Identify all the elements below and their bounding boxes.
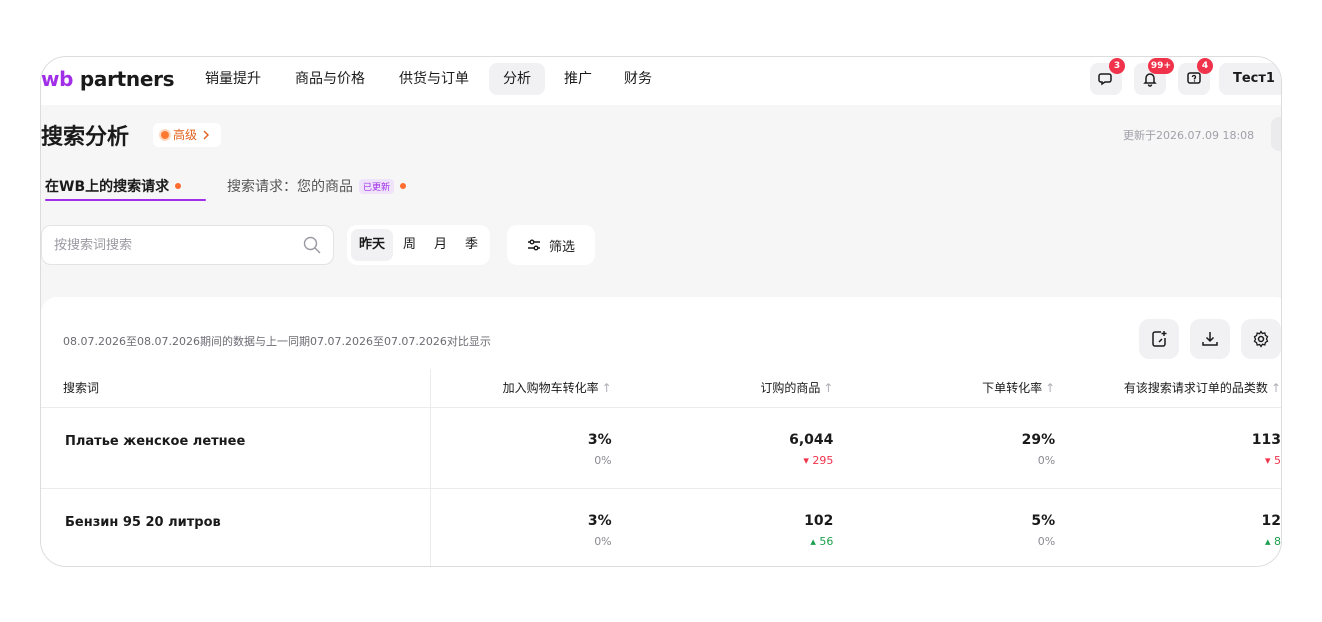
- table-cell: 5% 0%: [843, 488, 1066, 566]
- table-cell: 3% 0%: [430, 407, 622, 489]
- add-report-button[interactable]: [1139, 319, 1179, 359]
- logo[interactable]: wb partners: [41, 67, 175, 91]
- trend-down-icon: ▾: [1264, 453, 1274, 467]
- tab-dot-icon: [400, 183, 407, 189]
- nav-item-supply-orders[interactable]: 供货与订单: [385, 63, 483, 95]
- table-cell: 102 ▴ 56: [621, 488, 844, 566]
- help-icon: [1187, 72, 1201, 84]
- status-dot-icon: [161, 131, 169, 139]
- chevron-right-icon: [203, 130, 210, 140]
- filter-button[interactable]: 筛选: [507, 225, 595, 265]
- nav-item-sales-boost[interactable]: 销量提升: [191, 63, 275, 95]
- nav-item-finance[interactable]: 财务: [610, 63, 666, 95]
- table-row[interactable]: Платье женское летнее 3% 0% 6,044 ▾ 295 29…: [41, 407, 1281, 489]
- trend-up-icon: ▴: [1264, 534, 1274, 548]
- table-cell: 6,044 ▾ 295: [621, 407, 844, 489]
- period-month[interactable]: 月: [426, 229, 455, 261]
- tab-dot-icon: [175, 183, 182, 189]
- top-nav: wb partners 销量提升 商品与价格 供货与订单 分析 推广 财务 3 …: [41, 57, 1281, 105]
- nav-item-promotion[interactable]: 推广: [550, 63, 606, 95]
- column-header-order-conversion[interactable]: 下单转化率 ↑: [843, 369, 1066, 408]
- period-selector: 昨天 周 月 季: [347, 225, 491, 265]
- sort-arrow-icon: ↑: [823, 381, 834, 396]
- column-header-category-count[interactable]: 有该搜索请求订单的品类数 ↑: [1065, 369, 1281, 408]
- gear-icon: [1253, 330, 1269, 348]
- search-term-cell: Бензин 95 20 литров: [41, 488, 431, 566]
- page-title: 搜索分析: [41, 125, 130, 150]
- help-badge: 4: [1197, 58, 1213, 74]
- chat-badge: 3: [1109, 58, 1125, 74]
- table-cell: 3% 0%: [430, 488, 622, 566]
- period-yesterday[interactable]: 昨天: [351, 229, 394, 261]
- updated-timestamp: 更新于2026.07.09 18:08: [1123, 129, 1255, 142]
- nav-item-products-prices[interactable]: 商品与价格: [281, 63, 379, 95]
- download-icon: [1202, 332, 1218, 346]
- tab-your-products-requests[interactable]: 搜索请求：您的商品 已更新: [227, 171, 407, 201]
- table-cell: 113 ▾ 5: [1065, 407, 1281, 489]
- notifications-badge: 99+: [1147, 58, 1174, 74]
- search-term-cell: Платье женское летнее: [41, 407, 431, 489]
- sort-arrow-icon: ↑: [1045, 381, 1056, 396]
- search-terms-table: 搜索词 加入购物车转化率 ↑ 订购的商品 ↑ 下单转化率 ↑ 有该搜索请求订单的品类数…: [41, 369, 1281, 566]
- document-add-icon: [1152, 331, 1167, 347]
- chat-button[interactable]: 3: [1090, 58, 1125, 95]
- tab-wb-search-requests[interactable]: 在WB上的搜索请求: [45, 171, 182, 201]
- search-input[interactable]: [54, 238, 294, 253]
- table-header-row: 搜索词 加入购物车转化率 ↑ 订购的商品 ↑ 下单转化率 ↑ 有该搜索请求订单的品类数…: [41, 369, 1281, 408]
- pro-badge[interactable]: 高级: [153, 123, 222, 147]
- period-quarter[interactable]: 季: [457, 229, 486, 261]
- table-row[interactable]: Бензин 95 20 литров 3% 0% 102 ▴ 56 5% 0% 12…: [41, 488, 1281, 566]
- settings-button[interactable]: [1241, 319, 1281, 359]
- table-cell: 12 ▴ 8: [1065, 488, 1281, 566]
- search-icon[interactable]: [303, 236, 321, 254]
- column-header-cart-conversion[interactable]: 加入购物车转化率 ↑: [430, 369, 622, 408]
- updated-tag: 已更新: [359, 178, 395, 194]
- sort-arrow-icon: ↑: [601, 381, 612, 396]
- help-button[interactable]: 4: [1178, 58, 1213, 95]
- app-frame: wb partners 销量提升 商品与价格 供货与订单 分析 推广 财务 3 …: [40, 56, 1282, 567]
- side-panel-toggle[interactable]: [1271, 117, 1281, 151]
- search-box: [41, 225, 334, 265]
- nav-item-analytics[interactable]: 分析: [489, 63, 545, 95]
- chat-icon: [1098, 73, 1112, 86]
- comparison-note: 08.07.2026至08.07.2026期间的数据与上一同期07.07.202…: [63, 335, 491, 348]
- table-cell: 29% 0%: [843, 407, 1066, 489]
- column-header-ordered-items[interactable]: 订购的商品 ↑: [621, 369, 844, 408]
- sort-arrow-icon: ↑: [1270, 381, 1281, 396]
- user-menu-button[interactable]: Тест1: [1219, 63, 1281, 95]
- active-tab-indicator: [45, 199, 206, 201]
- period-week[interactable]: 周: [395, 229, 424, 261]
- results-card: 08.07.2026至08.07.2026期间的数据与上一同期07.07.202…: [41, 297, 1281, 566]
- download-button[interactable]: [1190, 319, 1230, 359]
- notifications-button[interactable]: 99+: [1134, 58, 1174, 95]
- column-header-term[interactable]: 搜索词: [41, 369, 431, 408]
- sliders-icon: [527, 239, 540, 251]
